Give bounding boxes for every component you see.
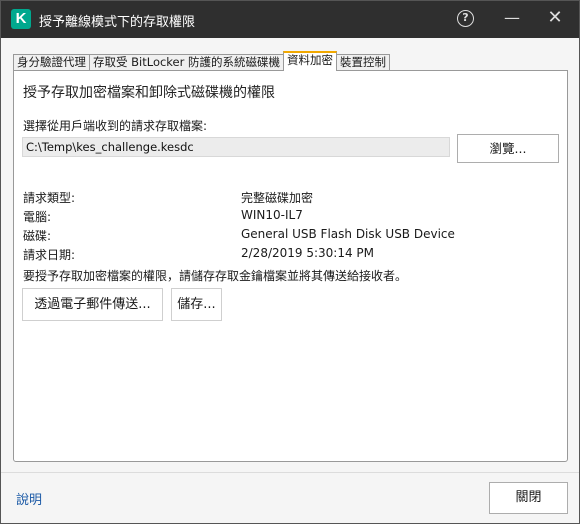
kaspersky-logo-icon: K xyxy=(11,9,31,29)
tab-bar: 身分驗證代理 存取受 BitLocker 防護的系統磁碟機 資料加密 裝置控制 xyxy=(13,51,391,71)
disk-label: 磁碟: xyxy=(23,229,52,243)
window-title: 授予離線模式下的存取權限 xyxy=(39,15,196,30)
tab-bitlocker-access[interactable]: 存取受 BitLocker 防護的系統磁碟機 xyxy=(89,54,285,71)
request-date-value: 2/28/2019 5:30:14 PM xyxy=(241,246,375,260)
help-link[interactable]: 說明 xyxy=(16,489,42,508)
request-type-value: 完整磁碟加密 xyxy=(241,191,314,205)
title-bar[interactable]: K 授予離線模式下的存取權限 ? — ✕ xyxy=(1,1,579,38)
request-file-field[interactable]: C:\Temp\kes_challenge.kesdc xyxy=(22,137,450,157)
file-field-label: 選擇從用戶端收到的請求存取檔案: xyxy=(23,119,208,133)
tab-authentication-agent[interactable]: 身分驗證代理 xyxy=(13,54,90,71)
minimize-icon[interactable]: — xyxy=(501,8,523,30)
panel-heading: 授予存取加密檔案和卸除式磁碟機的權限 xyxy=(23,85,275,101)
footer-divider xyxy=(1,472,579,473)
request-date-label: 請求日期: xyxy=(23,248,76,262)
computer-label: 電腦: xyxy=(23,210,52,224)
tab-data-encryption[interactable]: 資料加密 xyxy=(283,51,338,71)
request-type-label: 請求類型: xyxy=(23,191,76,205)
save-button[interactable]: 儲存... xyxy=(171,288,222,321)
tab-panel: 授予存取加密檔案和卸除式磁碟機的權限 選擇從用戶端收到的請求存取檔案: C:\T… xyxy=(13,70,568,462)
close-button[interactable]: 關閉 xyxy=(489,482,568,514)
help-icon[interactable]: ? xyxy=(457,10,474,27)
instruction-text: 要授予存取加密檔案的權限，請儲存存取金鑰檔案並將其傳送給接收者。 xyxy=(23,269,408,283)
close-icon[interactable]: ✕ xyxy=(544,7,566,29)
send-email-button[interactable]: 透過電子郵件傳送... xyxy=(22,288,163,321)
dialog-window: K 授予離線模式下的存取權限 ? — ✕ 身分驗證代理 存取受 BitLocke… xyxy=(0,0,580,524)
browse-button[interactable]: 瀏覽... xyxy=(457,134,559,163)
tab-device-control[interactable]: 裝置控制 xyxy=(336,54,391,71)
disk-value: General USB Flash Disk USB Device xyxy=(241,227,455,241)
computer-value: WIN10-IL7 xyxy=(241,208,303,222)
